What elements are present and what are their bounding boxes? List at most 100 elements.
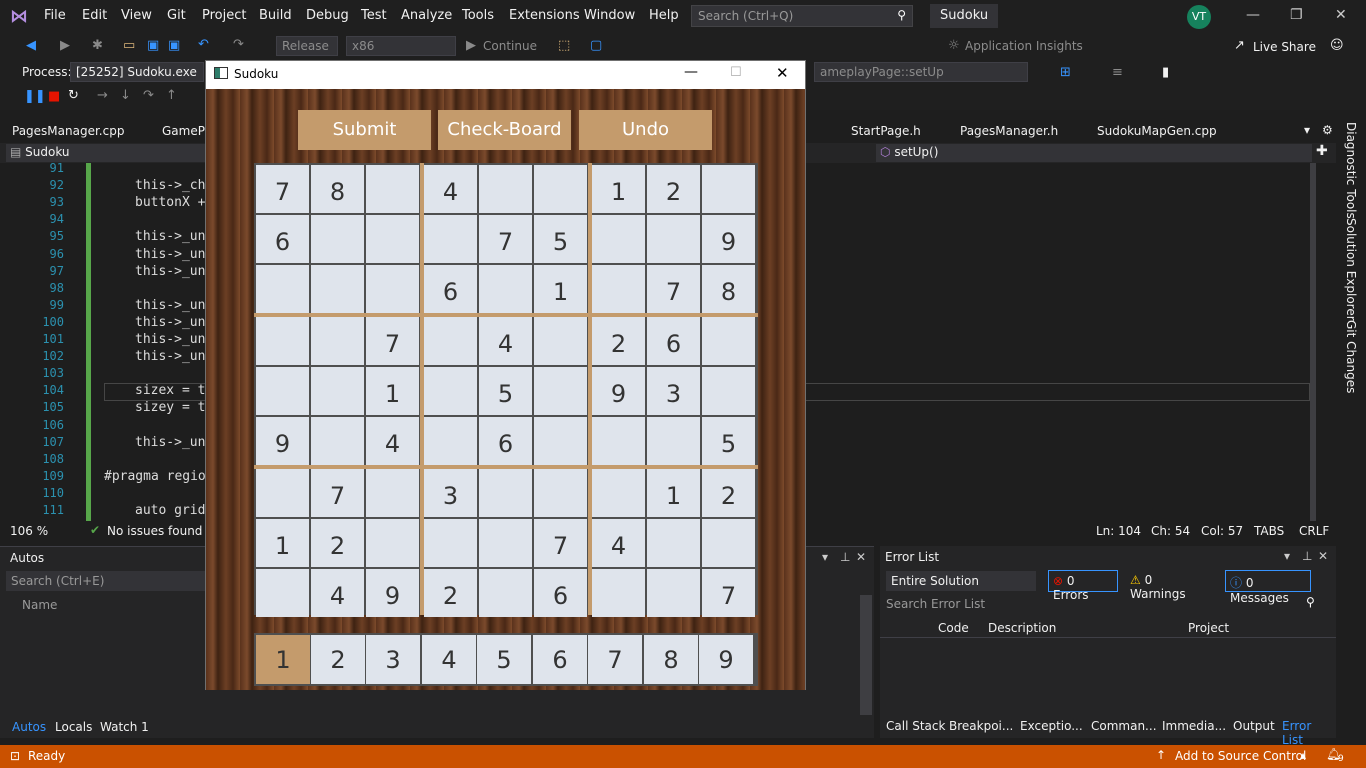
tab-solution-explorer[interactable]: Solution Explorer [1344, 218, 1358, 321]
sudoku-cell[interactable] [592, 215, 645, 263]
number-picker-button[interactable]: 9 [699, 635, 753, 684]
autos-close-icon[interactable]: ✕ [856, 550, 866, 564]
forward-icon[interactable]: ▶ [60, 38, 70, 53]
sudoku-cell[interactable] [647, 417, 700, 465]
number-picker-button[interactable]: 2 [311, 635, 365, 684]
tab-sudokumapgen-cpp[interactable]: SudokuMapGen.cpp [1097, 124, 1217, 138]
sudoku-cell[interactable]: 5 [702, 417, 755, 465]
autos-scrollbar[interactable] [860, 595, 872, 715]
check-board-button[interactable]: Check-Board [438, 110, 571, 150]
code-line[interactable]: this->_un [135, 229, 205, 244]
tab-pagesmanager-cpp[interactable]: PagesManager.cpp [12, 124, 124, 138]
menu-extensions[interactable]: Extensions [509, 8, 580, 23]
autos-search-input[interactable]: Search (Ctrl+E) [6, 571, 206, 591]
sudoku-cell[interactable]: 6 [256, 215, 309, 263]
sudoku-cell[interactable] [479, 569, 532, 617]
sudoku-cell[interactable] [702, 165, 755, 213]
sudoku-cell[interactable]: 7 [534, 519, 587, 567]
back-icon[interactable]: ◀ [26, 38, 36, 53]
sudoku-cell[interactable] [311, 317, 364, 365]
code-line[interactable]: #pragma regio [104, 469, 206, 484]
number-picker-button[interactable]: 5 [477, 635, 531, 684]
vertical-scrollbar[interactable] [1310, 163, 1316, 521]
tab-command[interactable]: Comman... [1091, 719, 1157, 733]
code-line[interactable]: sizex = t [135, 383, 205, 398]
split-editor-icon[interactable]: ✚ [1316, 143, 1328, 159]
tab-diagnostic-tools[interactable]: Diagnostic Tools [1344, 122, 1358, 219]
sudoku-cell[interactable]: 9 [256, 417, 309, 465]
error-scope-select[interactable]: Entire Solution [886, 571, 1036, 591]
sudoku-cell[interactable]: 8 [311, 165, 364, 213]
sudoku-cell[interactable]: 6 [424, 265, 477, 313]
sudoku-cell[interactable] [534, 367, 587, 415]
sudoku-cell[interactable] [311, 417, 364, 465]
sudoku-cell[interactable]: 1 [592, 165, 645, 213]
tab-dropdown-icon[interactable]: ▾ [1304, 123, 1310, 137]
sudoku-cell[interactable] [702, 317, 755, 365]
menu-project[interactable]: Project [202, 8, 246, 23]
tab-breakpoints[interactable]: Breakpoi... [949, 719, 1013, 733]
sudoku-cell[interactable] [366, 215, 419, 263]
process-select[interactable]: [25252] Sudoku.exe [70, 62, 204, 82]
menu-file[interactable]: File [44, 8, 66, 23]
zoom-level[interactable]: 106 % [10, 524, 48, 538]
redo-icon[interactable]: ↷ [233, 37, 244, 52]
sudoku-close-icon[interactable]: ✕ [776, 64, 789, 82]
sudoku-cell[interactable]: 7 [256, 165, 309, 213]
sudoku-cell[interactable]: 3 [647, 367, 700, 415]
sudoku-cell[interactable]: 2 [311, 519, 364, 567]
sudoku-cell[interactable] [256, 265, 309, 313]
sudoku-cell[interactable]: 5 [479, 367, 532, 415]
menu-test[interactable]: Test [361, 8, 387, 23]
sudoku-cell[interactable] [366, 469, 419, 517]
sudoku-cell[interactable]: 2 [592, 317, 645, 365]
sudoku-cell[interactable]: 2 [647, 165, 700, 213]
sudoku-cell[interactable]: 7 [702, 569, 755, 617]
undo-icon[interactable]: ↶ [198, 37, 209, 52]
number-picker-button[interactable]: 4 [422, 635, 476, 684]
sudoku-cell[interactable] [702, 519, 755, 567]
project-select[interactable]: ▤ Sudoku [6, 144, 206, 162]
avatar[interactable]: VT [1187, 5, 1211, 29]
sudoku-cell[interactable] [592, 469, 645, 517]
tab-git-changes[interactable]: Git Changes [1344, 320, 1358, 393]
error-search-input[interactable]: Search Error List [886, 597, 985, 611]
sudoku-cell[interactable]: 1 [256, 519, 309, 567]
sudoku-cell[interactable] [592, 417, 645, 465]
close-icon[interactable]: ✕ [1335, 7, 1347, 23]
number-picker-button[interactable]: 8 [644, 635, 698, 684]
code-line[interactable]: this->_un [135, 298, 205, 313]
indent-icon[interactable]: ≡ [1112, 65, 1123, 80]
global-search-input[interactable]: Search (Ctrl+Q) ⚲ [691, 5, 913, 27]
sudoku-cell[interactable]: 2 [424, 569, 477, 617]
bookmark-icon[interactable]: ▮ [1162, 65, 1169, 80]
sudoku-cell[interactable]: 2 [702, 469, 755, 517]
sudoku-cell[interactable]: 5 [534, 215, 587, 263]
sudoku-cell[interactable] [479, 265, 532, 313]
maximize-icon[interactable]: ❐ [1290, 7, 1303, 23]
col-project[interactable]: Project [1188, 621, 1229, 635]
sudoku-cell[interactable] [256, 469, 309, 517]
sudoku-cell[interactable]: 9 [592, 367, 645, 415]
open-folder-icon[interactable]: ▭ [123, 38, 135, 53]
sudoku-cell[interactable] [534, 165, 587, 213]
stack-frame-select[interactable]: ameplayPage::setUp [814, 62, 1028, 82]
settings-gear-icon[interactable]: ⚙ [1322, 123, 1333, 137]
sudoku-cell[interactable] [702, 367, 755, 415]
sudoku-title-bar[interactable]: Sudoku — ☐ ✕ [206, 61, 805, 89]
tab-watch-1[interactable]: Watch 1 [100, 720, 149, 734]
sudoku-cell[interactable] [311, 367, 364, 415]
tab-exceptions[interactable]: Exceptio... [1020, 719, 1083, 733]
indent-mode[interactable]: TABS [1254, 524, 1284, 538]
sudoku-cell[interactable] [479, 165, 532, 213]
add-to-source-control-button[interactable]: Add to Source Control [1175, 749, 1306, 763]
tab-locals[interactable]: Locals [55, 720, 92, 734]
sudoku-maximize-icon[interactable]: ☐ [730, 65, 742, 80]
sudoku-cell[interactable]: 4 [479, 317, 532, 365]
sudoku-cell[interactable] [647, 519, 700, 567]
menu-git[interactable]: Git [167, 8, 186, 23]
sudoku-cell[interactable] [366, 165, 419, 213]
sudoku-cell[interactable] [534, 317, 587, 365]
tab-immediate[interactable]: Immedia... [1162, 719, 1226, 733]
sudoku-cell[interactable]: 1 [647, 469, 700, 517]
